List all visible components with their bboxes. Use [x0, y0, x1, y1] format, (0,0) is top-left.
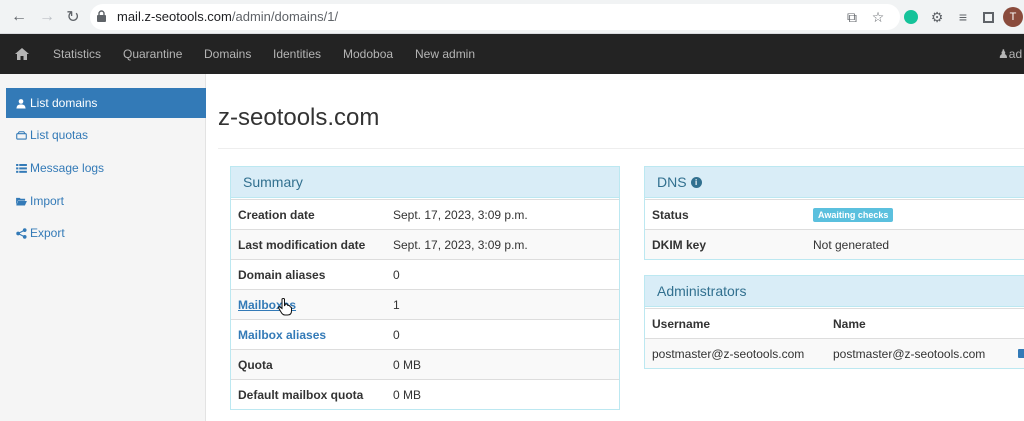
row-value: 0 MB [393, 357, 422, 372]
row-value: Sept. 17, 2023, 3:09 p.m. [393, 207, 528, 222]
folder-open-icon [15, 195, 27, 207]
row-key: Creation date [238, 207, 315, 222]
forward-arrow-icon[interactable]: → [36, 6, 58, 28]
extensions-icon[interactable]: ⚙ [927, 7, 947, 27]
share-icon[interactable]: ⧉ [842, 7, 862, 27]
table-header-row: Username Name [645, 308, 1024, 338]
edit-icon[interactable] [1018, 349, 1024, 358]
row-value: 0 [393, 327, 400, 342]
row-key: Last modification date [238, 237, 366, 252]
table-row: Creation date Sept. 17, 2023, 3:09 p.m. [231, 199, 619, 229]
admin-name: postmaster@z-seotools.com [833, 346, 986, 361]
table-row: Default mailbox quota 0 MB [231, 379, 619, 409]
row-key: Status [652, 207, 689, 222]
nav-modoboa[interactable]: Modoboa [343, 47, 393, 61]
home-icon[interactable] [14, 46, 30, 62]
sidebar-item-label: Message logs [30, 161, 105, 175]
table-row: Status Awaiting checks [645, 199, 1024, 229]
sidebar-item-export[interactable]: Export [6, 218, 206, 248]
sidebar-item-list-quotas[interactable]: List quotas [6, 120, 206, 150]
row-value: Not generated [813, 237, 890, 252]
summary-panel-heading: Summary [231, 167, 619, 198]
table-row: Last modification date Sept. 17, 2023, 3… [231, 229, 619, 259]
status-value: Awaiting checks [813, 207, 894, 222]
table-row: postmaster@z-seotools.com postmaster@z-s… [645, 338, 1024, 368]
row-value: 1 [393, 297, 400, 312]
row-value: Sept. 17, 2023, 3:09 p.m. [393, 237, 528, 252]
status-badge: Awaiting checks [813, 208, 894, 222]
sidebar-item-label: List domains [30, 96, 98, 110]
administrators-panel-heading: Administrators [645, 276, 1024, 307]
user-menu[interactable]: ♟ad [998, 47, 1022, 61]
row-value: 0 MB [393, 387, 422, 402]
sidebar: List domains List quotas Message logs Im… [0, 74, 206, 421]
address-bar[interactable]: mail.z-seotools.com/admin/domains/1/ [90, 4, 900, 30]
table-row: Quota 0 MB [231, 349, 619, 379]
profile-avatar[interactable]: T [1003, 7, 1023, 27]
reload-icon[interactable]: ↻ [62, 6, 84, 28]
dns-panel-heading: DNS i [645, 167, 1024, 198]
row-key: Domain aliases [238, 267, 326, 282]
reading-list-icon[interactable]: ≡ [953, 7, 973, 27]
nav-domains[interactable]: Domains [204, 47, 251, 61]
nav-statistics[interactable]: Statistics [53, 47, 101, 61]
table-row: Domain aliases 0 [231, 259, 619, 289]
row-key: DKIM key [652, 237, 707, 252]
lock-icon [97, 10, 106, 22]
summary-panel: Summary Creation date Sept. 17, 2023, 3:… [230, 166, 620, 410]
row-key: Quota [238, 357, 273, 372]
sidebar-item-label: Export [30, 226, 65, 240]
hand-cursor-icon [278, 298, 292, 316]
admin-username: postmaster@z-seotools.com [652, 346, 805, 361]
top-navbar: Statistics Quarantine Domains Identities… [0, 34, 1024, 74]
nav-identities[interactable]: Identities [273, 47, 321, 61]
nav-new-admin[interactable]: New admin [415, 47, 475, 61]
share-icon [15, 227, 27, 239]
sidebar-item-list-domains[interactable]: List domains [6, 88, 206, 118]
row-value: 0 [393, 267, 400, 282]
dns-heading-label: DNS [657, 174, 687, 190]
info-icon[interactable]: i [690, 176, 702, 188]
mailbox-aliases-link[interactable]: Mailbox aliases [238, 328, 326, 342]
user-icon [15, 97, 27, 109]
table-row: Mailbox aliases 0 [231, 319, 619, 349]
administrators-panel: Administrators Username Name postmaster@… [644, 275, 1024, 369]
sidebar-item-import[interactable]: Import [6, 186, 206, 216]
star-icon[interactable]: ☆ [868, 7, 888, 27]
row-key: Default mailbox quota [238, 387, 364, 402]
url-text: mail.z-seotools.com/admin/domains/1/ [117, 9, 339, 24]
sidebar-item-message-logs[interactable]: Message logs [6, 153, 206, 183]
divider [218, 148, 1024, 149]
page-title: z-seotools.com [218, 104, 380, 131]
list-icon [15, 162, 27, 174]
grammarly-icon[interactable] [901, 7, 921, 27]
browser-chrome: ← → ↻ mail.z-seotools.com/admin/domains/… [0, 0, 1024, 34]
column-header-name: Name [833, 316, 866, 331]
sidebar-item-label: Import [30, 194, 65, 208]
column-header-username: Username [652, 316, 711, 331]
nav-quarantine[interactable]: Quarantine [123, 47, 182, 61]
sidebar-item-label: List quotas [30, 128, 89, 142]
back-arrow-icon[interactable]: ← [8, 6, 30, 28]
side-panel-icon[interactable] [978, 7, 998, 27]
table-row: DKIM key Not generated [645, 229, 1024, 259]
dns-panel: DNS i Status Awaiting checks DKIM key No… [644, 166, 1024, 260]
hdd-icon [15, 129, 27, 141]
